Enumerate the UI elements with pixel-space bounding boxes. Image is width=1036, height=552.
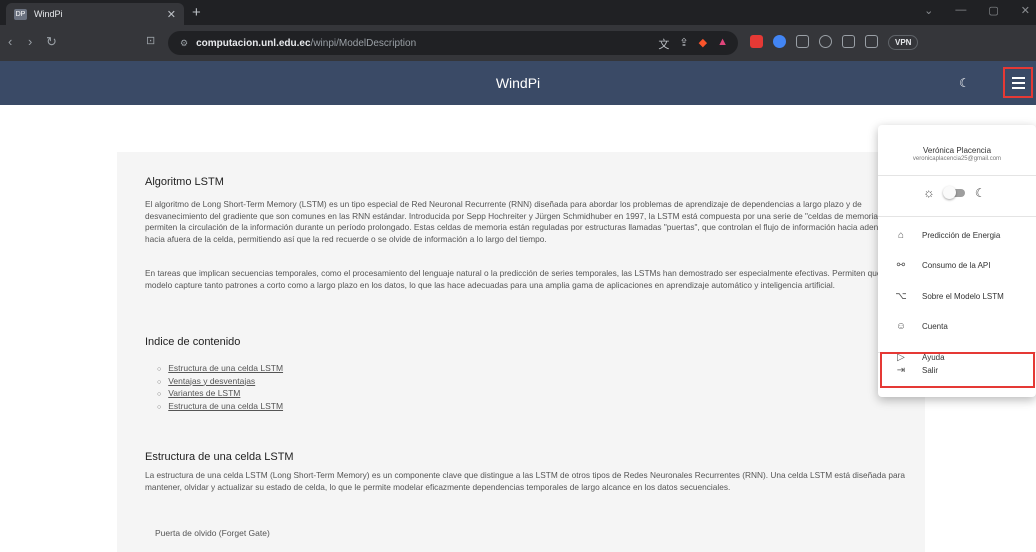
theme-toggle-row: ☼ ☾ [923, 185, 986, 200]
section-lstm-paragraph-2: En tareas que implican secuencias tempor… [145, 268, 891, 290]
toc-list: Estructura de una celda LSTM Ventajas y … [157, 363, 283, 413]
sun-icon: ☼ [923, 185, 935, 200]
back-icon[interactable]: ‹ [8, 34, 12, 49]
tab-close-icon[interactable]: ✕ [167, 8, 176, 21]
section-title-structure: Estructura de una celda LSTM [145, 451, 294, 463]
wallet-icon[interactable] [865, 35, 878, 48]
hamburger-line [1011, 81, 1025, 84]
menu-item-modelo[interactable]: ⌥ Sobre el Modelo LSTM [878, 284, 1036, 308]
extension-gmail-icon[interactable] [750, 35, 763, 48]
menu-item-label: Predicción de Energia [922, 230, 1001, 240]
toc-item: Ventajas y desventajas [157, 376, 283, 389]
new-tab-icon[interactable]: + [192, 4, 201, 21]
extension-puzzle-icon[interactable] [819, 35, 832, 48]
url-host: computacion.unl.edu.ec [196, 37, 311, 49]
toc-link[interactable]: Estructura de una celda LSTM [168, 363, 283, 373]
api-icon: ⚯ [896, 259, 906, 271]
chevron-down-icon[interactable]: ⌄ [924, 4, 933, 17]
rewards-icon[interactable]: ▲ [717, 36, 728, 52]
toc-title: Indice de contenido [145, 336, 241, 348]
bookmark-icon[interactable]: ⊡ [146, 34, 155, 47]
forget-gate-title: Puerta de olvido (Forget Gate) [155, 528, 270, 538]
theme-toggle[interactable] [942, 186, 967, 199]
browser-toolbar: ‹ › ↻ ⊡ ⚙ computacion.unl.edu.ec /winpi/… [0, 25, 1036, 61]
minimize-icon[interactable]: — [955, 4, 966, 17]
share-icon[interactable]: ⇪ [679, 36, 688, 52]
window-controls: ⌄ — ▢ ✕ [924, 4, 1030, 17]
menu-item-label: Consumo de la API [922, 260, 991, 270]
app-title: WindPi [495, 75, 541, 91]
home-icon: ⌂ [897, 229, 905, 241]
divider [878, 175, 1036, 176]
model-icon: ⌥ [895, 290, 907, 302]
account-icon: ☺ [895, 320, 907, 332]
theme-moon-icon[interactable]: ☾ [959, 76, 970, 90]
menu-item-api[interactable]: ⚯ Consumo de la API [878, 253, 1036, 277]
logout-label: Salir [922, 365, 939, 375]
app-header: WindPi ☾ [0, 61, 1036, 105]
toggle-thumb [942, 186, 956, 199]
url-path: /winpi/ModelDescription [310, 37, 417, 49]
translate-icon[interactable]: 文 [658, 36, 669, 52]
moon-icon: ☾ [974, 185, 986, 200]
extension-grid-icon[interactable] [796, 35, 809, 48]
hamburger-menu-button[interactable] [1003, 67, 1033, 98]
hamburger-line [1011, 86, 1025, 89]
forward-icon[interactable]: › [28, 34, 32, 49]
vpn-button[interactable]: VPN [888, 35, 919, 50]
browser-tab[interactable]: DP WindPi ✕ [6, 3, 184, 25]
reload-icon[interactable]: ↻ [46, 34, 57, 50]
restore-icon[interactable]: ▢ [988, 4, 998, 17]
logout-button[interactable]: ⇥ Salir [880, 352, 1035, 388]
user-name: Verónica Placencia [922, 146, 992, 155]
close-icon[interactable]: ✕ [1021, 4, 1030, 17]
toc-link[interactable]: Variantes de LSTM [168, 388, 240, 398]
toc-item: Estructura de una celda LSTM [157, 401, 283, 414]
toc-item: Estructura de una celda LSTM [157, 363, 283, 376]
browser-tabstrip: DP WindPi ✕ + ⌄ — ▢ ✕ [0, 0, 1036, 25]
menu-item-cuenta[interactable]: ☺ Cuenta [878, 314, 1036, 338]
main-content: Algoritmo LSTM El algoritmo de Long Shor… [117, 152, 925, 552]
extension-icons: VPN [750, 35, 919, 50]
menu-item-label: Sobre el Modelo LSTM [922, 291, 1004, 301]
menu-item-label: Cuenta [922, 321, 948, 331]
logout-icon: ⇥ [896, 364, 906, 376]
sidebar-icon[interactable] [842, 35, 855, 48]
extension-chrome-icon[interactable] [773, 35, 786, 48]
shield-icon[interactable]: ◆ [699, 36, 707, 52]
address-bar[interactable]: ⚙ computacion.unl.edu.ec /winpi/ModelDes… [168, 31, 738, 55]
tab-title: WindPi [34, 9, 63, 19]
toc-item: Variantes de LSTM [157, 388, 283, 401]
toc-link[interactable]: Ventajas y desventajas [168, 376, 255, 386]
menu-item-prediccion[interactable]: ⌂ Predicción de Energia [878, 223, 1036, 247]
user-dropdown-menu: Verónica Placencia veronicaplacencia25@g… [878, 125, 1036, 397]
site-info-icon[interactable]: ⚙ [180, 38, 188, 49]
section-title-lstm: Algoritmo LSTM [145, 176, 224, 188]
divider [878, 216, 1036, 217]
tab-favicon-icon: DP [14, 8, 27, 20]
toc-link[interactable]: Estructura de una celda LSTM [168, 401, 283, 411]
omnibox-icons: 文 ⇪ ◆ ▲ [658, 36, 728, 52]
section-structure-paragraph: La estructura de una celda LSTM (Long Sh… [145, 470, 906, 492]
section-lstm-paragraph: El algoritmo de Long Short-Term Memory (… [145, 199, 898, 244]
hamburger-line [1011, 76, 1025, 79]
user-email: veronicaplacencia25@gmail.com [912, 156, 1002, 162]
